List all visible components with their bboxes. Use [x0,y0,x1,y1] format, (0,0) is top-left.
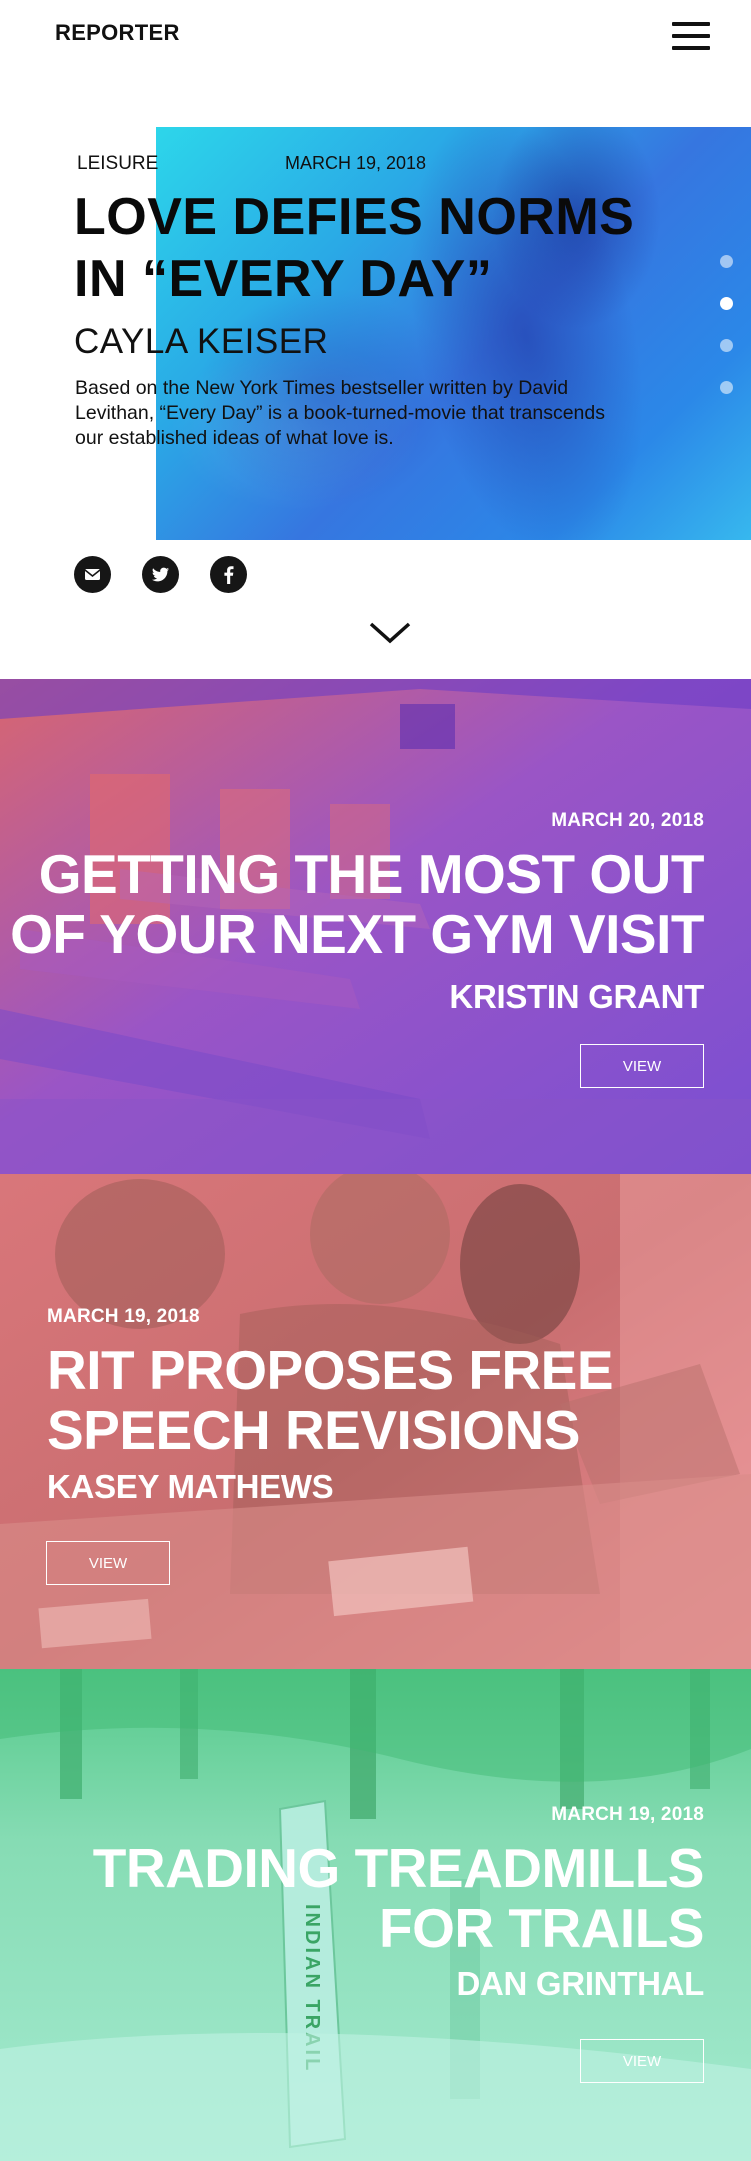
facebook-share-button[interactable] [210,556,247,593]
view-button[interactable]: VIEW [46,1541,170,1585]
twitter-icon [152,567,169,582]
story-author: DAN GRINTHAL [456,1965,704,2002]
story-card-trails[interactable]: INDIAN TRAIL MARCH 19, 2018 TRADING TREA… [0,1669,751,2161]
story-title-line: TRADING TREADMILLS [92,1837,705,1899]
slide-dot[interactable] [720,381,733,394]
story-author: KASEY MATHEWS [47,1468,334,1505]
slide-dot[interactable] [720,255,733,268]
slide-dot[interactable] [720,339,733,352]
site-brand[interactable]: REPORTER [55,20,180,46]
story-title-line: OF YOUR NEXT GYM VISIT [10,903,704,965]
story-title: RIT PROPOSES FREE SPEECH REVISIONS [47,1340,727,1460]
hero-title[interactable]: LOVE DEFIES NORMS IN “EVERY DAY” [74,186,694,310]
chevron-down-icon[interactable] [368,618,412,646]
hamburger-icon[interactable] [672,22,710,52]
slide-dot-active[interactable] [720,297,733,310]
hero-summary: Based on the New York Times bestseller w… [75,377,605,449]
view-button[interactable]: VIEW [580,1044,704,1088]
story-date: MARCH 19, 2018 [551,1804,704,1825]
menu-bar [672,22,710,26]
facebook-icon [224,566,234,584]
menu-bar [672,34,710,38]
site-header: REPORTER [0,0,751,70]
hero-author: CAYLA KEISER [74,322,329,361]
story-title-line: FOR TRAILS [379,1897,704,1959]
story-title: GETTING THE MOST OUT OF YOUR NEXT GYM VI… [0,844,704,964]
story-card-rit[interactable]: MARCH 19, 2018 RIT PROPOSES FREE SPEECH … [0,1174,751,1669]
story-title-line: RIT PROPOSES FREE [47,1339,614,1401]
hero-date: MARCH 19, 2018 [285,153,427,173]
menu-bar [672,46,710,50]
hero-title-line: IN “EVERY DAY” [74,250,493,308]
story-title-line: GETTING THE MOST OUT [38,843,705,905]
hero-category[interactable]: LEISURE [77,153,158,175]
hero-title-line: LOVE DEFIES NORMS [74,188,635,246]
email-icon [84,569,101,580]
story-card-gym[interactable]: MARCH 20, 2018 GETTING THE MOST OUT OF Y… [0,679,751,1174]
story-title: TRADING TREADMILLS FOR TRAILS [24,1837,705,1959]
story-author: KRISTIN GRANT [449,978,704,1015]
email-share-button[interactable] [74,556,111,593]
view-button[interactable]: VIEW [580,2039,704,2083]
story-title-line: SPEECH REVISIONS [47,1399,580,1461]
story-date: MARCH 20, 2018 [551,810,704,831]
story-date: MARCH 19, 2018 [47,1306,200,1327]
twitter-share-button[interactable] [142,556,179,593]
